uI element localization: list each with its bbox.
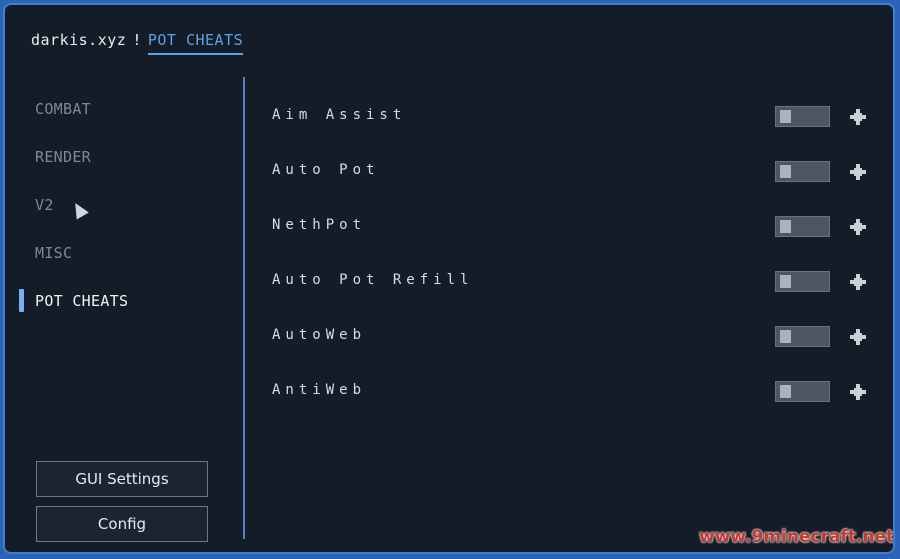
module-toggle[interactable] — [775, 271, 830, 292]
toggle-knob — [780, 385, 791, 398]
move-icon[interactable] — [848, 217, 868, 237]
module-row-auto-pot-refill: Auto Pot Refill — [272, 260, 872, 315]
category-combat[interactable]: COMBAT — [5, 95, 243, 143]
module-toggle[interactable] — [775, 106, 830, 127]
active-tab-label[interactable]: POT CHEATS — [147, 31, 244, 55]
site-watermark: www.9minecraft.net — [699, 527, 895, 547]
client-gui-window: darkis.xyz ! POT CHEATS COMBAT RENDER V2… — [3, 3, 895, 554]
panel-divider — [243, 77, 245, 539]
category-label: COMBAT — [35, 100, 91, 118]
title-bar: darkis.xyz ! POT CHEATS — [31, 31, 244, 55]
move-icon[interactable] — [848, 162, 868, 182]
module-toggle[interactable] — [775, 326, 830, 347]
module-name: Auto Pot — [272, 162, 380, 178]
toggle-knob — [780, 330, 791, 343]
category-label: RENDER — [35, 148, 91, 166]
move-icon[interactable] — [848, 107, 868, 127]
module-name: Aim Assist — [272, 107, 407, 123]
move-icon[interactable] — [848, 382, 868, 402]
category-label: POT CHEATS — [35, 292, 129, 310]
category-label: MISC — [35, 244, 73, 262]
move-icon[interactable] — [848, 272, 868, 292]
title-separator: ! — [132, 31, 142, 49]
module-name: AutoWeb — [272, 327, 367, 343]
module-row-autoweb: AutoWeb — [272, 315, 872, 370]
module-toggle[interactable] — [775, 161, 830, 182]
category-pot-cheats[interactable]: POT CHEATS — [5, 287, 243, 335]
selected-indicator — [19, 289, 24, 312]
module-name: AntiWeb — [272, 382, 367, 398]
category-sidebar: COMBAT RENDER V2 MISC POT CHEATS — [5, 95, 243, 335]
module-toggle[interactable] — [775, 381, 830, 402]
toggle-knob — [780, 165, 791, 178]
config-button[interactable]: Config — [36, 506, 208, 542]
client-name: darkis.xyz — [31, 31, 127, 49]
module-name: NethPot — [272, 217, 367, 233]
category-label: V2 — [35, 196, 54, 214]
module-row-antiweb: AntiWeb — [272, 370, 872, 425]
gui-settings-button[interactable]: GUI Settings — [36, 461, 208, 497]
category-v2[interactable]: V2 — [5, 191, 243, 239]
module-toggle[interactable] — [775, 216, 830, 237]
category-render[interactable]: RENDER — [5, 143, 243, 191]
module-row-auto-pot: Auto Pot — [272, 150, 872, 205]
toggle-knob — [780, 110, 791, 123]
toggle-knob — [780, 220, 791, 233]
toggle-knob — [780, 275, 791, 288]
move-icon[interactable] — [848, 327, 868, 347]
module-row-nethpot: NethPot — [272, 205, 872, 260]
category-misc[interactable]: MISC — [5, 239, 243, 287]
module-row-aim-assist: Aim Assist — [272, 95, 872, 150]
module-name: Auto Pot Refill — [272, 272, 474, 288]
module-list: Aim Assist Auto Pot NethPot Auto Pot Ref… — [272, 95, 872, 425]
